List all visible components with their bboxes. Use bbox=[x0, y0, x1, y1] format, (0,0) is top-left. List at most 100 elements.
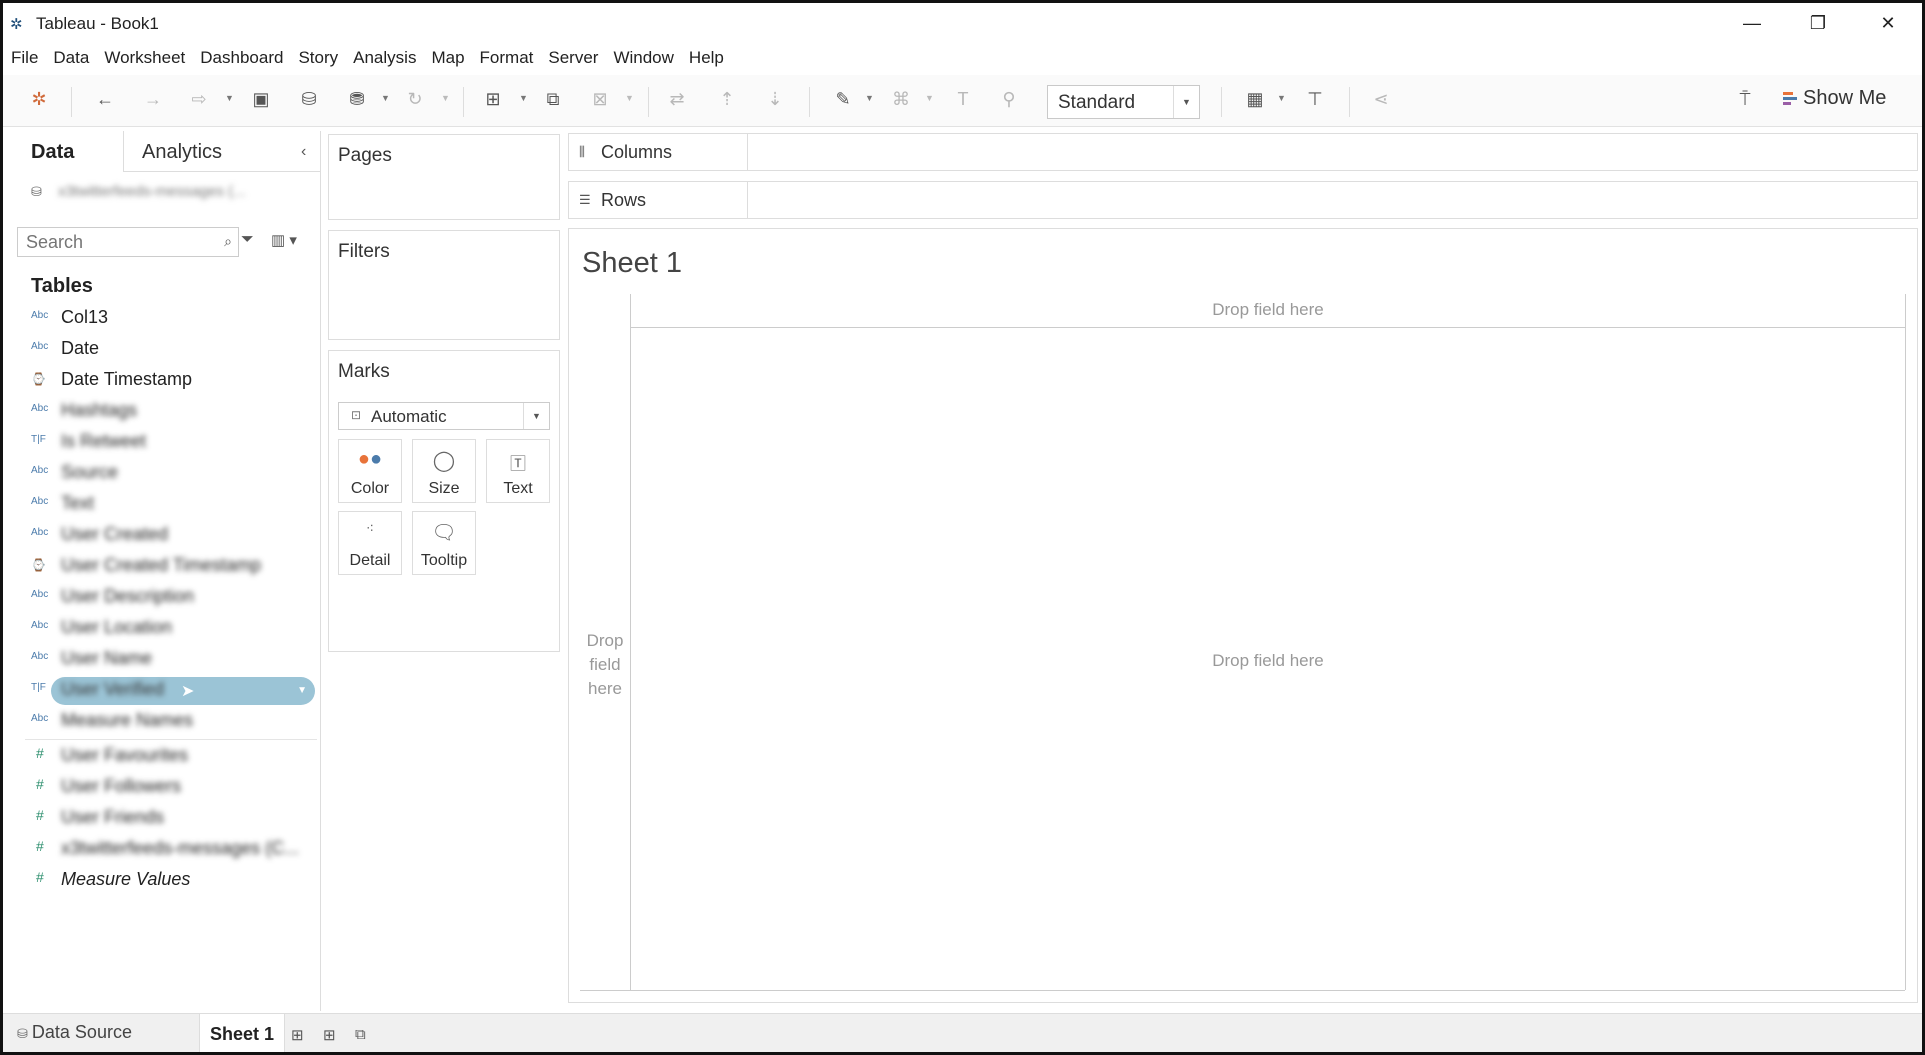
view-drop-zone[interactable]: Drop field here bbox=[631, 651, 1905, 671]
field-source[interactable]: Abc Source bbox=[31, 459, 313, 487]
tableau-home-icon[interactable]: ✲ bbox=[27, 89, 51, 110]
size-button[interactable]: ◯ Size bbox=[412, 439, 476, 503]
tab-sheet1[interactable]: Sheet 1 bbox=[199, 1014, 286, 1052]
pages-card[interactable]: Pages bbox=[328, 134, 560, 220]
search-input[interactable] bbox=[18, 228, 203, 256]
field-user-followers[interactable]: # User Followers bbox=[31, 773, 313, 801]
field-user-friends[interactable]: # User Friends bbox=[31, 804, 313, 832]
field-is-retweet[interactable]: T|F Is Retweet bbox=[31, 428, 313, 456]
fit-select[interactable]: Standard ▼ bbox=[1047, 85, 1200, 119]
field-measure-values[interactable]: # Measure Values bbox=[31, 866, 313, 894]
share-icon[interactable]: ⋖ bbox=[1369, 89, 1393, 110]
redo-icon[interactable]: → bbox=[141, 89, 165, 110]
filters-title: Filters bbox=[338, 241, 390, 262]
color-button[interactable]: ●● Color bbox=[338, 439, 402, 503]
clear-sheet-icon[interactable]: ⊠ bbox=[588, 89, 612, 110]
show-cards-caret-icon[interactable]: ▼ bbox=[1277, 93, 1286, 103]
field-date[interactable]: Abc Date bbox=[31, 335, 313, 363]
highlight-caret-icon[interactable]: ▼ bbox=[865, 93, 874, 103]
show-cards-icon[interactable]: ▦ bbox=[1243, 89, 1267, 110]
group-caret-icon[interactable]: ▼ bbox=[925, 93, 934, 103]
rows-drop-zone[interactable]: Drop field here bbox=[580, 294, 631, 990]
field-user-name[interactable]: Abc User Name bbox=[31, 645, 313, 673]
clear-caret-icon[interactable]: ▼ bbox=[625, 93, 634, 103]
field-user-location[interactable]: Abc User Location bbox=[31, 614, 313, 642]
duplicate-sheet-icon[interactable]: ⧉ bbox=[541, 89, 565, 110]
close-button[interactable]: ✕ bbox=[1865, 9, 1911, 37]
datasource-name: x3twitterfeeds-messages (... bbox=[58, 183, 246, 200]
columns-shelf[interactable]: ⫼ Columns bbox=[568, 133, 1918, 171]
search-icon: ⌕ bbox=[224, 233, 232, 249]
detail-button[interactable]: ⁖ Detail bbox=[338, 511, 402, 575]
collapse-pane-icon[interactable]: ‹ bbox=[301, 143, 306, 161]
view-options-icon[interactable]: ▥ ▾ bbox=[271, 231, 297, 249]
new-worksheet-icon[interactable]: ⊞ bbox=[291, 1026, 304, 1044]
new-worksheet-caret-icon[interactable]: ▼ bbox=[519, 93, 528, 103]
highlight-icon[interactable]: ✎ bbox=[831, 89, 855, 110]
new-story-icon[interactable]: ⧉ bbox=[355, 1026, 366, 1043]
columns-drop-zone[interactable]: Drop field here bbox=[631, 294, 1905, 328]
field-user-description[interactable]: Abc User Description bbox=[31, 583, 313, 611]
text-button[interactable]: 🅃 Text bbox=[486, 439, 550, 503]
sheet-title[interactable]: Sheet 1 bbox=[582, 247, 682, 280]
filter-icon[interactable]: ⏷ bbox=[241, 231, 254, 249]
field-user-verified[interactable]: ▼ T|F User Verified ➤ bbox=[31, 676, 315, 705]
datasource-row[interactable]: ⛁ x3twitterfeeds-messages (... bbox=[31, 183, 246, 200]
field-text[interactable]: Abc Text bbox=[31, 490, 313, 518]
toolbar-separator bbox=[1221, 87, 1222, 117]
menu-file[interactable]: File bbox=[11, 43, 38, 73]
minimize-button[interactable]: — bbox=[1729, 9, 1775, 37]
refresh-caret-icon[interactable]: ▼ bbox=[441, 93, 450, 103]
field-user-created-timestamp[interactable]: ⌚ User Created Timestamp bbox=[31, 552, 313, 580]
presentation-mode-icon[interactable]: ⊤ bbox=[1303, 89, 1327, 110]
save-icon[interactable]: ▣ bbox=[249, 89, 273, 110]
tab-data-source[interactable]: ⛁ Data Source bbox=[17, 1022, 132, 1043]
field-record-count[interactable]: # x3twitterfeeds-messages (C... bbox=[31, 835, 313, 863]
field-user-favourites[interactable]: # User Favourites bbox=[31, 742, 313, 770]
refresh-icon[interactable]: ↻ bbox=[403, 89, 427, 110]
tooltip-button[interactable]: 🗨 Tooltip bbox=[412, 511, 476, 575]
menu-data[interactable]: Data bbox=[53, 43, 89, 73]
menu-window[interactable]: Window bbox=[613, 43, 673, 73]
replay-caret-icon[interactable]: ▼ bbox=[225, 93, 234, 103]
menu-analysis[interactable]: Analysis bbox=[353, 43, 416, 73]
menu-worksheet[interactable]: Worksheet bbox=[104, 43, 185, 73]
field-measure-names[interactable]: Abc Measure Names bbox=[31, 707, 313, 735]
new-worksheet-icon[interactable]: ⊞ bbox=[481, 89, 505, 110]
restore-button[interactable]: ❐ bbox=[1795, 9, 1841, 37]
group-members-icon[interactable]: ⌘ bbox=[889, 89, 913, 110]
menu-format[interactable]: Format bbox=[480, 43, 534, 73]
tab-analytics[interactable]: Analytics bbox=[142, 141, 222, 164]
field-search[interactable]: ⌕ bbox=[17, 227, 239, 257]
menu-help[interactable]: Help bbox=[689, 43, 724, 73]
replay-icon[interactable]: ⇨ bbox=[187, 89, 211, 110]
sort-ascending-icon[interactable]: ⇡ bbox=[715, 89, 739, 110]
menu-story[interactable]: Story bbox=[298, 43, 338, 73]
field-hashtags[interactable]: Abc Hashtags bbox=[31, 397, 313, 425]
mark-type-select[interactable]: ⊡ Automatic ▼ bbox=[338, 402, 550, 430]
new-datasource-icon[interactable]: ⛁ bbox=[297, 89, 321, 110]
undo-icon[interactable]: ← bbox=[93, 89, 117, 110]
filters-card[interactable]: Filters bbox=[328, 230, 560, 340]
fix-axes-icon[interactable]: ⚲ bbox=[997, 89, 1021, 110]
field-col13[interactable]: Abc Col13 bbox=[31, 304, 313, 332]
chevron-down-icon[interactable]: ▼ bbox=[523, 403, 549, 429]
swap-rows-columns-icon[interactable]: ⇄ bbox=[665, 89, 689, 110]
rows-shelf[interactable]: ☰ Rows bbox=[568, 181, 1918, 219]
new-dashboard-icon[interactable]: ⊞ bbox=[323, 1026, 336, 1044]
field-user-created[interactable]: Abc User Created bbox=[31, 521, 313, 549]
format-painter-icon[interactable]: ⍑ bbox=[1733, 89, 1757, 110]
tab-data[interactable]: Data bbox=[31, 141, 74, 164]
show-mark-labels-icon[interactable]: T bbox=[951, 89, 975, 110]
size-label: Size bbox=[428, 480, 460, 497]
pause-caret-icon[interactable]: ▼ bbox=[381, 93, 390, 103]
menu-dashboard[interactable]: Dashboard bbox=[200, 43, 283, 73]
menu-server[interactable]: Server bbox=[548, 43, 598, 73]
pause-updates-icon[interactable]: ⛃ bbox=[345, 89, 369, 110]
field-date-timestamp[interactable]: ⌚ Date Timestamp bbox=[31, 366, 313, 394]
sort-descending-icon[interactable]: ⇣ bbox=[763, 89, 787, 110]
field-menu-caret-icon[interactable]: ▼ bbox=[297, 685, 307, 696]
chevron-down-icon[interactable]: ▼ bbox=[1173, 86, 1199, 118]
show-me-button[interactable]: Show Me bbox=[1783, 87, 1886, 110]
menu-map[interactable]: Map bbox=[431, 43, 464, 73]
